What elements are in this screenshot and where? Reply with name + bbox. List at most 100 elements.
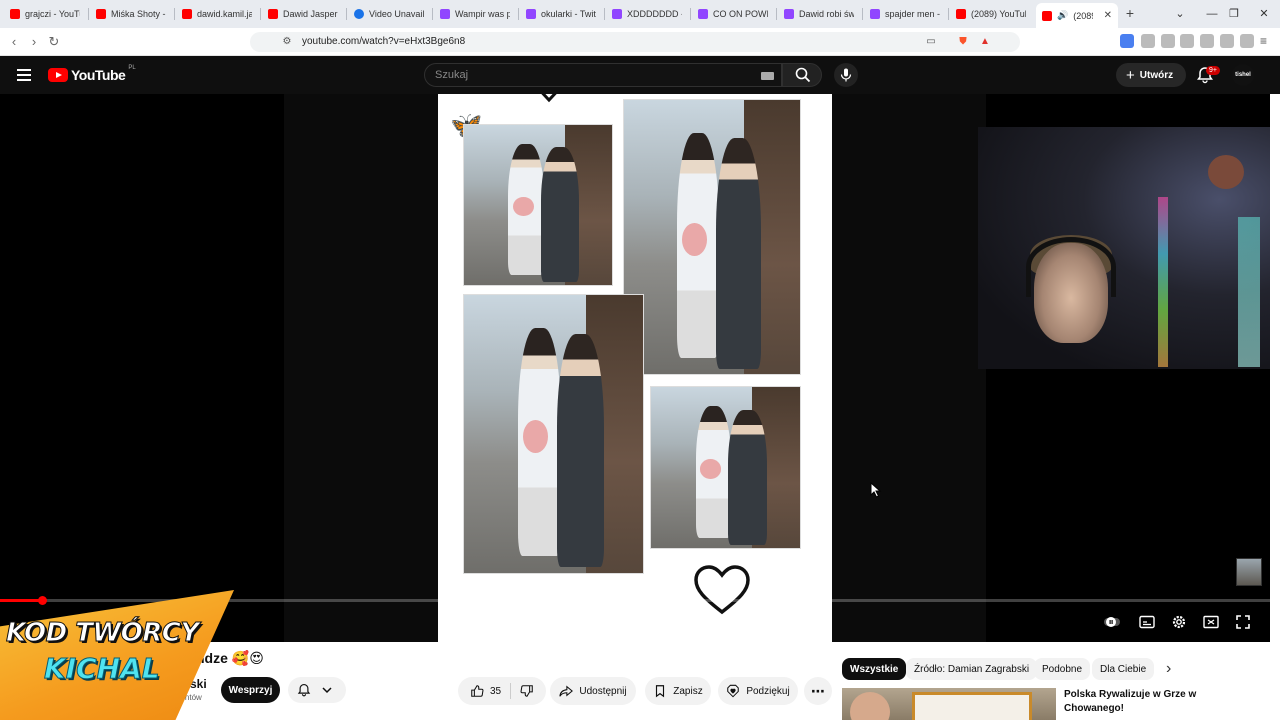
video-player[interactable]: 🦋 xyxy=(0,94,1270,642)
tab-separator xyxy=(690,8,691,20)
youtube-favicon-icon xyxy=(182,9,192,19)
menu-icon[interactable]: ≡ xyxy=(1260,34,1274,48)
tab-2[interactable]: Miśka Shoty - xyxy=(90,3,172,25)
tab-label: Video Unavaila xyxy=(369,9,424,19)
microphone-icon xyxy=(840,68,852,82)
forward-icon[interactable]: › xyxy=(26,34,42,50)
share-label: Udostępnij xyxy=(579,685,627,697)
save-button[interactable]: Zapisz xyxy=(645,677,711,705)
restore-icon[interactable]: ❐ xyxy=(1226,6,1242,22)
tab-label: okularki - Twit xyxy=(541,9,596,19)
brave-shield-icon[interactable]: ⛊ xyxy=(956,35,970,49)
logo-country-code: PL xyxy=(128,65,136,71)
guide-menu-icon[interactable] xyxy=(17,69,31,81)
thanks-button[interactable]: Podziękuj xyxy=(718,677,798,705)
miniplayer-icon[interactable] xyxy=(1203,614,1219,630)
thumbs-up-icon[interactable] xyxy=(470,684,484,698)
tab-active[interactable]: 🔊 (2089) ✕ xyxy=(1036,3,1118,28)
thanks-label: Podziękuj xyxy=(746,685,790,697)
wedding-photo-2 xyxy=(623,99,801,375)
voice-search-button[interactable] xyxy=(834,63,858,87)
chip-2[interactable]: Podobne xyxy=(1034,658,1091,680)
reload-icon[interactable]: ↻ xyxy=(46,34,62,50)
wedding-photo-4 xyxy=(650,386,801,549)
tab-separator xyxy=(346,8,347,20)
bell-icon xyxy=(297,683,311,697)
recommended-video-title[interactable]: Polska Rywalizuje w Grze w Chowanego! xyxy=(1064,688,1204,716)
youtube-logo[interactable]: YouTube PL xyxy=(48,65,136,83)
search-button[interactable] xyxy=(782,63,822,87)
tab-label: dawid.kamil.ja xyxy=(197,9,252,19)
tab-separator xyxy=(88,8,89,20)
youtube-favicon-icon xyxy=(956,9,966,19)
tab-4[interactable]: Dawid Jasper xyxy=(262,3,344,25)
tab-separator xyxy=(174,8,175,20)
vpn-icon[interactable] xyxy=(1240,34,1254,48)
address-bar[interactable]: ⚙ youtube.com/watch?v=eHxt3Bge6n8 ▭ ⛊ ▲ xyxy=(250,32,1020,52)
cast-icon[interactable]: ▭ xyxy=(924,35,938,49)
brave-rewards-icon[interactable]: ▲ xyxy=(978,35,992,49)
chip-1[interactable]: Źródło: Damian Zagrabski xyxy=(906,658,1038,680)
tab-8[interactable]: XDDDDDDD - xyxy=(606,3,688,25)
leo-ai-icon[interactable] xyxy=(1220,34,1234,48)
autoplay-toggle-icon[interactable] xyxy=(1104,614,1120,630)
fullscreen-icon[interactable] xyxy=(1235,614,1251,630)
globe-favicon-icon xyxy=(354,9,364,19)
minimize-icon[interactable]: — xyxy=(1204,6,1220,22)
search-input[interactable] xyxy=(435,69,735,81)
chip-0[interactable]: Wszystkie xyxy=(842,658,907,680)
window-close-icon[interactable]: ✕ xyxy=(1256,6,1272,22)
music-extension-icon[interactable] xyxy=(1161,34,1175,48)
tab-7[interactable]: okularki - Twit xyxy=(520,3,602,25)
tab-10[interactable]: Dawid robi św xyxy=(778,3,860,25)
streamer-webcam xyxy=(978,127,1270,369)
youtube-favicon-icon xyxy=(268,9,278,19)
like-dislike-group: 35 xyxy=(458,677,546,705)
tab-search-icon[interactable]: ⌄ xyxy=(1172,6,1188,22)
new-tab-button[interactable]: + xyxy=(1122,5,1138,21)
share-button[interactable]: Udostępnij xyxy=(550,677,636,705)
tab-1[interactable]: grajczi - YouTu xyxy=(4,3,86,25)
twitch-favicon-icon xyxy=(440,9,450,19)
tab-12[interactable]: (2089) YouTub xyxy=(950,3,1032,25)
share-arrow-icon xyxy=(559,685,574,697)
youtube-favicon-icon xyxy=(96,9,106,19)
more-actions-icon[interactable]: ⋯ xyxy=(804,677,832,705)
save-label: Zapisz xyxy=(673,685,703,697)
tab-6[interactable]: Wampir was p xyxy=(434,3,516,25)
heart-outline-icon xyxy=(694,565,750,615)
create-button[interactable]: + Utwórz xyxy=(1116,63,1186,87)
tab-close-icon[interactable]: ✕ xyxy=(1104,10,1112,21)
settings-gear-icon[interactable] xyxy=(1171,614,1187,630)
keyboard-icon[interactable] xyxy=(761,72,774,80)
twitch-favicon-icon xyxy=(870,9,880,19)
account-avatar[interactable]: tishel xyxy=(1232,64,1254,86)
back-icon[interactable]: ‹ xyxy=(6,34,22,50)
tab-separator xyxy=(948,8,949,20)
tab-separator xyxy=(776,8,777,20)
bookmark-save-icon xyxy=(656,685,665,698)
recommended-video-thumbnail[interactable] xyxy=(842,688,1056,720)
thumbs-down-icon[interactable] xyxy=(520,684,534,698)
wallet-icon[interactable] xyxy=(1200,34,1214,48)
tab-3[interactable]: dawid.kamil.ja xyxy=(176,3,258,25)
chevron-right-icon[interactable]: › xyxy=(1166,660,1178,678)
tab-11[interactable]: spajder men - xyxy=(864,3,946,25)
tab-5[interactable]: Video Unavaila xyxy=(348,3,430,25)
mouse-cursor-icon xyxy=(870,482,882,498)
sidebar-icon[interactable] xyxy=(1180,34,1194,48)
extension-icon[interactable] xyxy=(1141,34,1155,48)
browser-tab-bar: grajczi - YouTu Miśka Shoty - dawid.kamil.… xyxy=(0,0,1280,28)
tab-9[interactable]: CO ON POWIE xyxy=(692,3,774,25)
tab-label: grajczi - YouTu xyxy=(25,9,80,19)
translate-extension-icon[interactable] xyxy=(1120,34,1134,48)
site-info-icon[interactable]: ⚙ xyxy=(280,35,294,49)
chip-3[interactable]: Dla Ciebie xyxy=(1092,658,1155,680)
heart-outline-icon xyxy=(541,94,557,103)
url-text[interactable]: youtube.com/watch?v=eHxt3Bge6n8 xyxy=(302,36,465,47)
subscription-bell-button[interactable] xyxy=(288,677,346,703)
miniplayer-thumbnail[interactable] xyxy=(1236,558,1262,586)
subtitles-icon[interactable] xyxy=(1139,614,1155,630)
like-count[interactable]: 35 xyxy=(490,686,501,697)
tab-label: XDDDDDDD - xyxy=(627,9,682,19)
